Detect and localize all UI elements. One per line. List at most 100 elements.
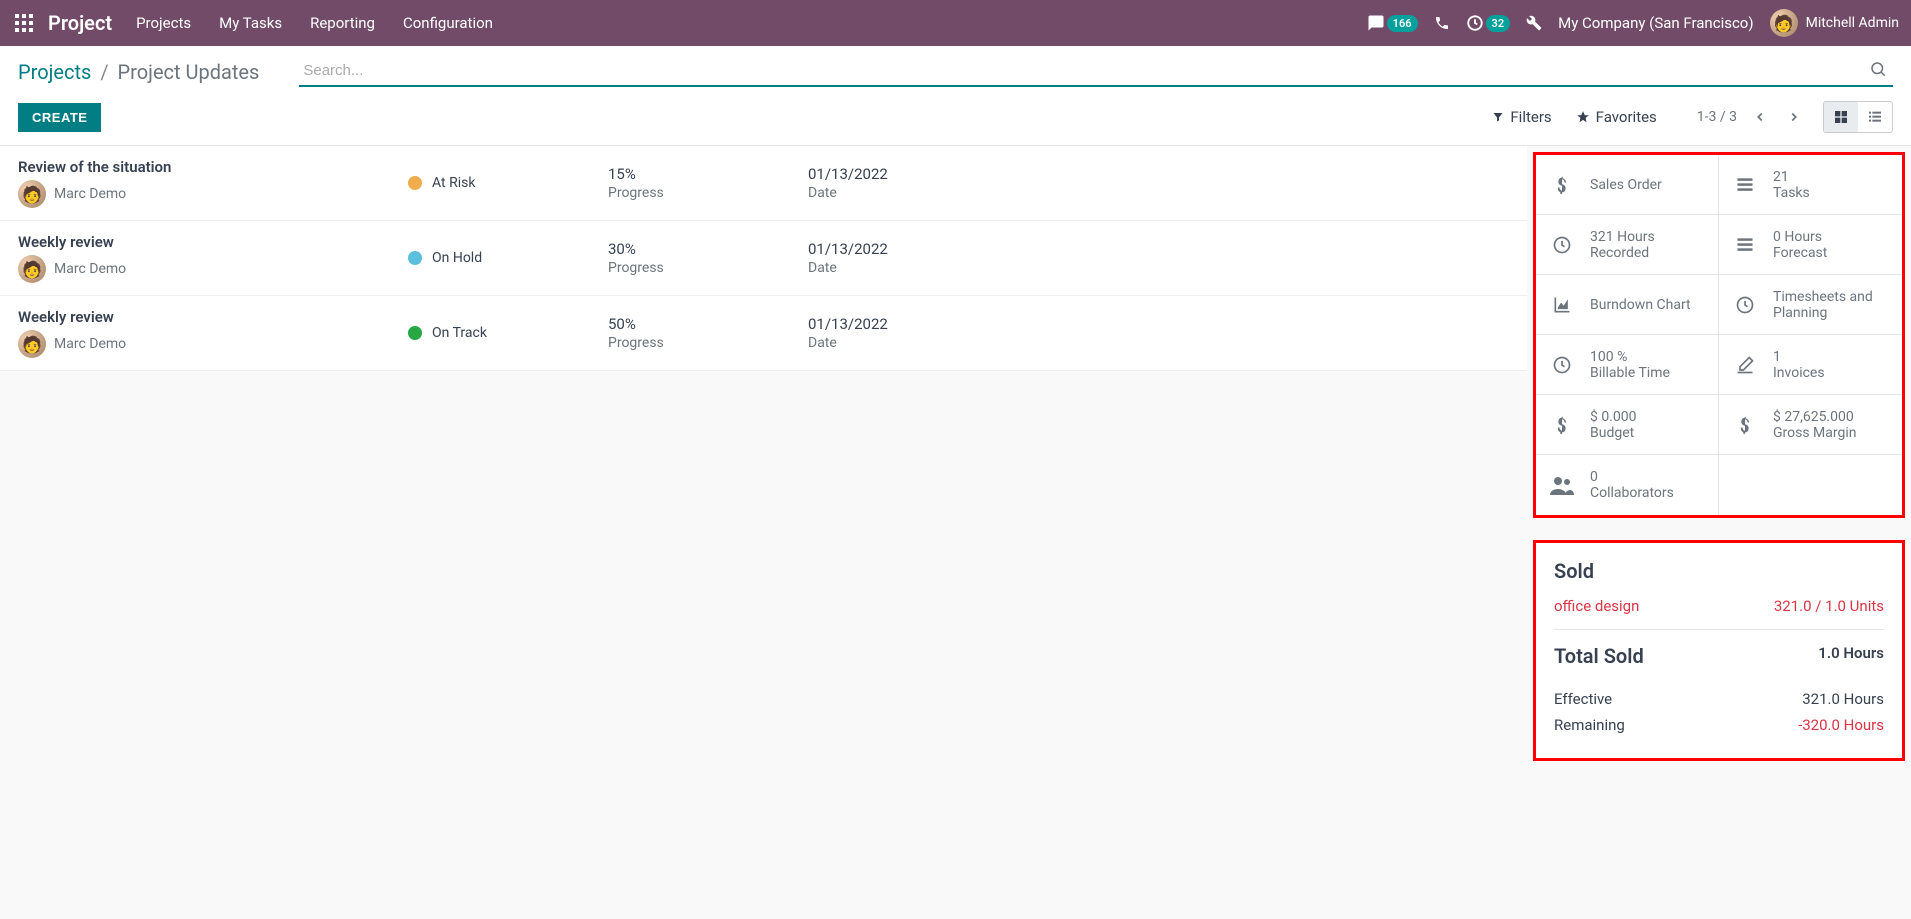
update-title: Weekly review — [18, 233, 408, 251]
activities-button[interactable]: 32 — [1466, 14, 1511, 32]
stat-label: Budget — [1590, 425, 1637, 441]
filters-button[interactable]: Filters — [1492, 108, 1551, 126]
stat-cell[interactable]: 321 Hours Recorded — [1536, 215, 1719, 275]
apps-icon[interactable] — [12, 11, 36, 35]
stat-cell[interactable]: Timesheets and Planning — [1719, 275, 1902, 335]
chat-icon — [1367, 14, 1385, 32]
stat-label: Timesheets and Planning — [1773, 289, 1890, 321]
users-icon — [1548, 475, 1576, 495]
tasks-icon — [1731, 235, 1759, 255]
stat-cell[interactable]: $ 0.000 Budget — [1536, 395, 1719, 455]
pager: 1-3 / 3 — [1697, 106, 1805, 128]
wrench-icon — [1526, 15, 1542, 31]
phone-icon — [1434, 15, 1450, 31]
stat-label: Gross Margin — [1773, 425, 1857, 441]
filters-label: Filters — [1510, 108, 1551, 126]
stat-label: Billable Time — [1590, 365, 1670, 381]
side-panel: Sales Order 21 Tasks 321 Hours Recorded … — [1533, 152, 1905, 761]
stat-cell[interactable]: Sales Order — [1536, 155, 1719, 215]
author-avatar-icon: 🧑 — [18, 330, 46, 358]
app-brand[interactable]: Project — [48, 11, 112, 35]
stat-value: 1 — [1773, 349, 1825, 365]
stat-cell[interactable]: $ 27,625.000 Gross Margin — [1719, 395, 1902, 455]
date-value: 01/13/2022 — [808, 165, 1008, 183]
remaining-label: Remaining — [1554, 716, 1625, 734]
progress-value: 15% — [608, 165, 808, 183]
progress-value: 50% — [608, 315, 808, 333]
nav-configuration[interactable]: Configuration — [403, 14, 493, 32]
funnel-icon — [1492, 111, 1504, 123]
body-area: Review of the situation 🧑 Marc Demo At R… — [0, 146, 1911, 761]
stat-value: 100 % — [1590, 349, 1670, 365]
stats-box: Sales Order 21 Tasks 321 Hours Recorded … — [1533, 152, 1905, 518]
stat-label: Burndown Chart — [1590, 297, 1691, 313]
update-author: Marc Demo — [54, 336, 126, 352]
list-view-button[interactable] — [1858, 102, 1892, 132]
search-icon[interactable] — [1869, 60, 1887, 78]
stat-cell[interactable]: 1 Invoices — [1719, 335, 1902, 395]
topbar: Project Projects My Tasks Reporting Conf… — [0, 0, 1911, 46]
date-label: Date — [808, 335, 1008, 351]
progress-label: Progress — [608, 335, 808, 351]
create-button[interactable]: CREATE — [18, 103, 101, 132]
activities-badge: 32 — [1486, 15, 1511, 32]
search-area — [299, 56, 1893, 87]
company-selector[interactable]: My Company (San Francisco) — [1558, 14, 1753, 32]
stat-value: 321 Hours — [1590, 229, 1655, 245]
clock-icon — [1548, 355, 1576, 375]
update-status: At Risk — [432, 175, 475, 191]
total-sold-row: Total Sold 1.0 Hours — [1554, 644, 1884, 682]
stat-label: Forecast — [1773, 245, 1827, 261]
update-status: On Hold — [432, 250, 482, 266]
search-input[interactable] — [299, 56, 1893, 87]
breadcrumb-separator: / — [100, 60, 108, 84]
stat-value: $ 27,625.000 — [1773, 409, 1857, 425]
progress-value: 30% — [608, 240, 808, 258]
messages-button[interactable]: 166 — [1367, 14, 1418, 32]
chevron-left-icon — [1753, 110, 1767, 124]
pager-prev[interactable] — [1749, 106, 1771, 128]
remaining-row: Remaining -320.0 Hours — [1554, 716, 1884, 734]
user-menu[interactable]: 🧑 Mitchell Admin — [1770, 9, 1899, 37]
stat-cell[interactable]: 0 Hours Forecast — [1719, 215, 1902, 275]
stat-cell[interactable]: 100 % Billable Time — [1536, 335, 1719, 395]
stat-cell[interactable]: 21 Tasks — [1719, 155, 1902, 215]
author-avatar-icon: 🧑 — [18, 180, 46, 208]
breadcrumb-root[interactable]: Projects — [18, 60, 91, 84]
stat-cell[interactable]: Burndown Chart — [1536, 275, 1719, 335]
nav-projects[interactable]: Projects — [136, 14, 191, 32]
messages-badge: 166 — [1387, 15, 1418, 32]
kanban-view-button[interactable] — [1824, 102, 1858, 132]
clock-icon — [1466, 14, 1484, 32]
debug-button[interactable] — [1526, 15, 1542, 31]
favorites-button[interactable]: Favorites — [1576, 108, 1657, 126]
stat-label: Recorded — [1590, 245, 1655, 261]
remaining-value: -320.0 Hours — [1798, 716, 1884, 734]
pager-text: 1-3 / 3 — [1697, 109, 1737, 125]
sold-box: Sold office design 321.0 / 1.0 Units Tot… — [1533, 540, 1905, 761]
phone-button[interactable] — [1434, 15, 1450, 31]
date-value: 01/13/2022 — [808, 315, 1008, 333]
nav-my-tasks[interactable]: My Tasks — [219, 14, 282, 32]
pager-next[interactable] — [1783, 106, 1805, 128]
stat-value: 0 Hours — [1773, 229, 1827, 245]
breadcrumb: Projects / Project Updates — [18, 60, 259, 84]
sold-heading: Sold — [1554, 559, 1884, 583]
update-row[interactable]: Review of the situation 🧑 Marc Demo At R… — [0, 146, 1527, 221]
dollar-icon — [1731, 415, 1759, 435]
stat-value: 21 — [1773, 169, 1810, 185]
filters-group: Filters Favorites — [1492, 108, 1656, 126]
area-chart-icon — [1548, 295, 1576, 315]
user-name: Mitchell Admin — [1806, 15, 1899, 31]
update-row[interactable]: Weekly review 🧑 Marc Demo On Track 50% P… — [0, 296, 1527, 371]
stat-cell[interactable]: 0 Collaborators — [1536, 455, 1719, 515]
updates-list: Review of the situation 🧑 Marc Demo At R… — [0, 146, 1527, 371]
nav-reporting[interactable]: Reporting — [310, 14, 375, 32]
progress-label: Progress — [608, 185, 808, 201]
sold-item-name: office design — [1554, 597, 1639, 615]
total-sold-value: 1.0 Hours — [1818, 644, 1884, 682]
update-row[interactable]: Weekly review 🧑 Marc Demo On Hold 30% Pr… — [0, 221, 1527, 296]
stat-label: Collaborators — [1590, 485, 1674, 501]
dollar-icon — [1548, 415, 1576, 435]
list-icon — [1867, 109, 1883, 125]
